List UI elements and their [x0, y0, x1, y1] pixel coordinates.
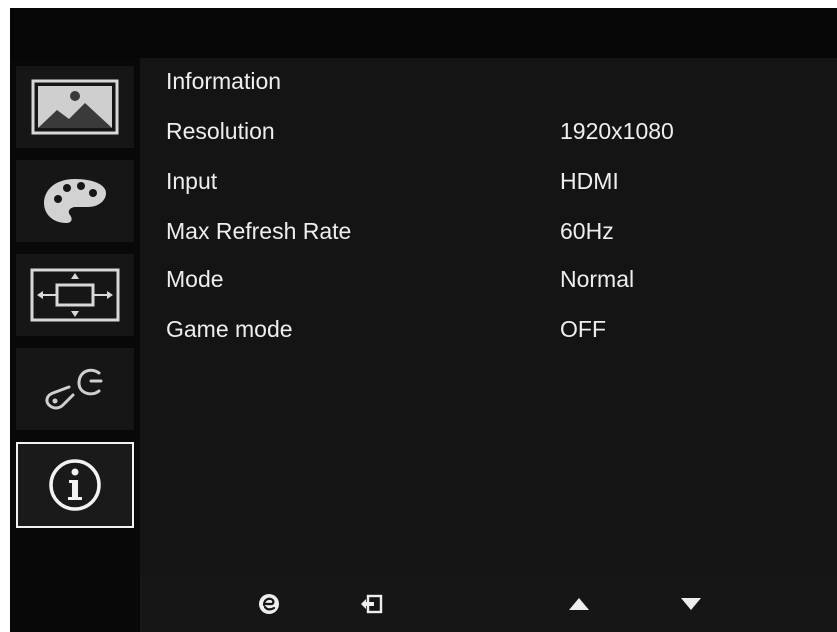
info-row-game-mode: Game mode OFF [166, 316, 826, 346]
information-icon [49, 459, 101, 511]
row-value: 1920x1080 [560, 118, 674, 144]
row-label: Max Refresh Rate [166, 218, 352, 244]
info-row-input: Input HDMI [166, 168, 826, 198]
osd-screen: Information Resolution 1920x1080 Input H… [10, 8, 837, 632]
sidebar-item-picture[interactable] [16, 66, 134, 148]
information-panel: Information Resolution 1920x1080 Input H… [140, 58, 837, 576]
sidebar-item-setup[interactable] [16, 348, 134, 430]
info-row-max-refresh-rate: Max Refresh Rate 60Hz [166, 218, 826, 248]
arrow-down-icon [681, 598, 701, 610]
picture-icon [31, 79, 119, 135]
row-label: Mode [166, 266, 224, 292]
empowering-button[interactable] [256, 592, 282, 616]
osd-top-bar [10, 8, 837, 58]
row-value: Normal [560, 266, 635, 292]
exit-icon [361, 594, 383, 614]
row-label: Input [166, 168, 218, 194]
row-label: Resolution [166, 118, 275, 144]
osd-button-bar [140, 576, 837, 632]
panel-title: Information [166, 68, 282, 94]
sidebar-item-information[interactable] [16, 442, 134, 528]
bottom-bar-spacer [10, 576, 140, 632]
row-value: OFF [560, 316, 606, 342]
up-button[interactable] [566, 592, 592, 616]
osd-position-icon [30, 268, 120, 322]
empowering-icon [259, 594, 279, 614]
osd-sidebar [10, 58, 140, 576]
exit-button[interactable] [358, 592, 384, 616]
down-button[interactable] [678, 592, 704, 616]
arrow-up-icon [569, 598, 589, 610]
row-value: 60Hz [560, 218, 614, 244]
row-value: HDMI [560, 168, 619, 194]
info-row-mode: Mode Normal [166, 266, 826, 296]
sidebar-item-osd-position[interactable] [16, 254, 134, 336]
info-row-resolution: Resolution 1920x1080 [166, 118, 826, 148]
setup-tools-icon [45, 368, 103, 410]
row-label: Game mode [166, 316, 293, 342]
sidebar-item-color[interactable] [16, 160, 134, 242]
color-palette-icon [44, 179, 106, 223]
